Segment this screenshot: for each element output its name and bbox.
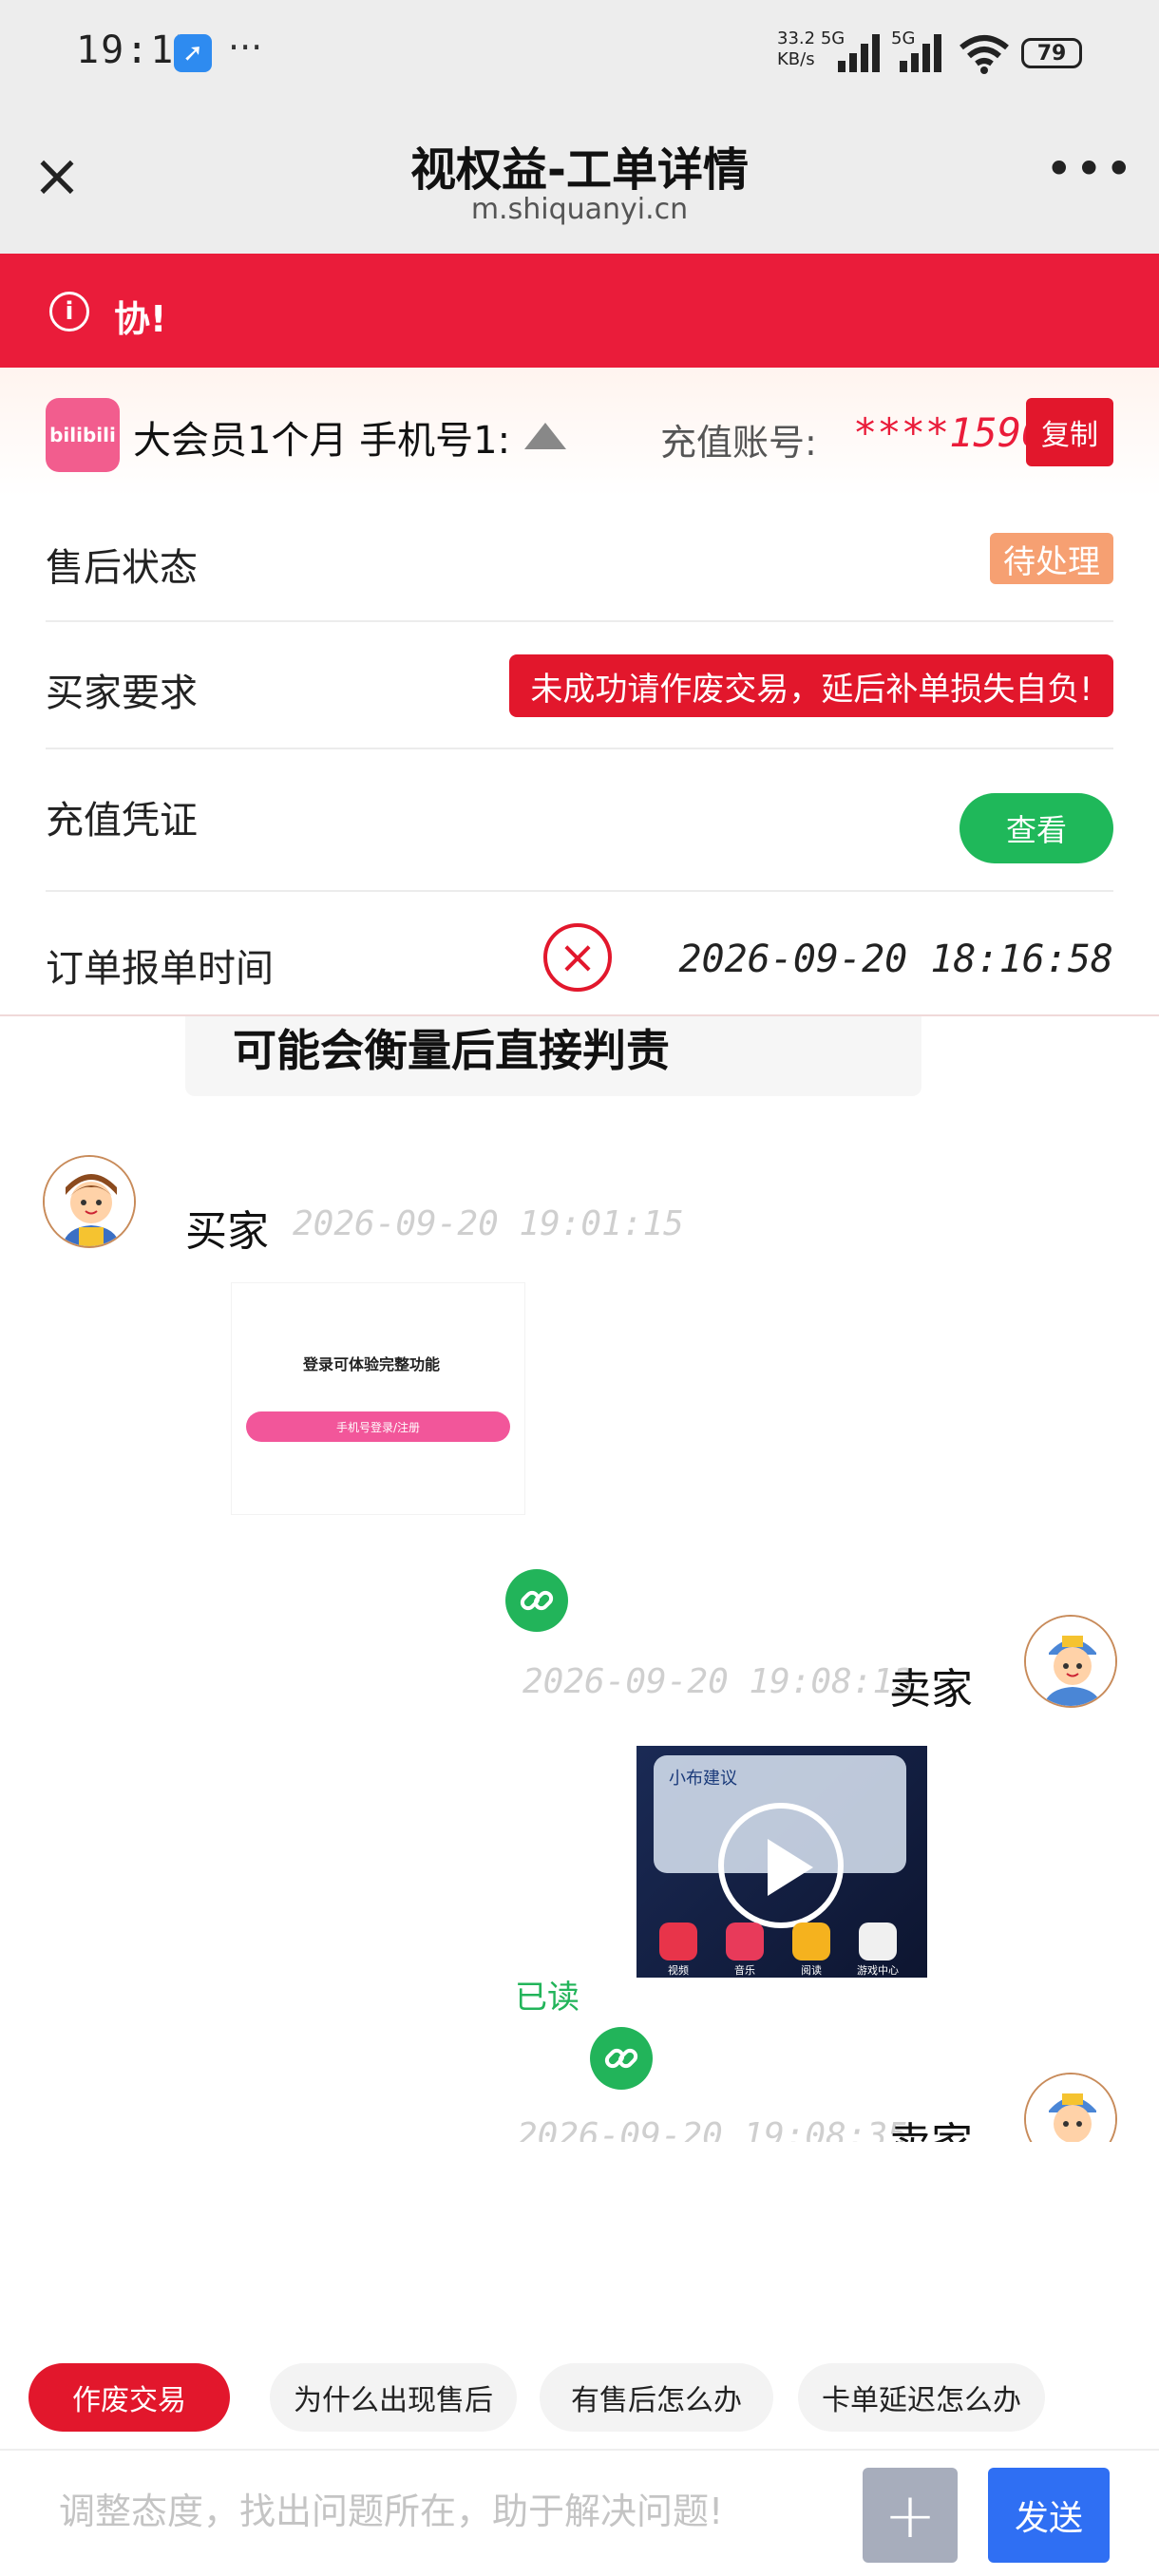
app-label: 阅读 [801,1964,822,1977]
network-speed-value: 33.2 [777,28,816,48]
link-icon[interactable] [505,1569,568,1632]
add-attachment-button[interactable]: + [863,2468,958,2563]
status-label: 售后状态 [46,546,198,590]
sender-name: 买家 [185,1207,269,1256]
requirement-badge: 未成功请作废交易，延后补单损失自负! [509,654,1113,717]
quick-reply-chip[interactable]: 作废交易 [28,2363,230,2432]
battery-icon: 79 [1021,38,1082,68]
app-label: 游戏中心 [857,1964,899,1977]
notice-banner: i 协! [0,254,1159,368]
view-proof-button[interactable]: 查看 [960,793,1113,863]
message-input[interactable] [59,2473,838,2549]
sender-name: 卖家 [889,2109,973,2142]
app-label: 视频 [668,1964,689,1977]
product-row: bilibili 大会员1个月 手机号1: 充值账号: ****1596 复制 [0,368,1159,497]
caret-up-icon[interactable] [524,423,566,449]
quick-reply-chip[interactable]: 有售后怎么办 [540,2363,773,2432]
status-badge: 待处理 [990,533,1113,584]
wifi-icon [960,35,1009,74]
video-thumbnail[interactable]: 小布建议 视频 音乐 阅读 游戏中心 [636,1746,927,1978]
account-value: ****1596 [853,409,1046,456]
buyer-avatar-icon [45,1157,134,1246]
signal-icon-2 [900,34,941,72]
status-row: 售后状态 待处理 [46,497,1113,622]
quick-reply-chip[interactable]: 卡单延迟怎么办 [798,2363,1045,2432]
game-center-app-icon [859,1923,897,1960]
thumbnail-title: 登录可体验完整功能 [303,1355,441,1373]
message-time: 2026-09-20 19:01:15 [293,1204,684,1243]
network-speed-unit: KB/s [777,49,815,69]
thumbnail-button: 手机号登录/注册 [246,1411,510,1442]
banner-text: 协! [114,298,167,340]
message-clip: 2026-09-20 19:08:35 卖家 [0,2061,1159,2142]
quick-reply-chip[interactable]: 为什么出现售后 [270,2363,517,2432]
app-label: 音乐 [734,1964,755,1977]
more-notifications-icon: ··· [228,27,263,68]
seller-avatar-icon [1026,2074,1115,2142]
signal-icon [838,34,880,72]
video-card-title: 小布建议 [669,1769,737,1789]
screenshot-thumbnail[interactable]: 登录可体验完整功能 手机号登录/注册 [231,1282,525,1515]
play-icon[interactable] [718,1803,844,1928]
close-circle-icon[interactable]: × [543,923,612,992]
rocket-app-icon: ➚ [174,34,212,72]
reading-app-icon [792,1923,830,1960]
network-speed: 33.2 5G KB/s [777,28,845,70]
status-bar: 19:17 ➚ ··· 33.2 5G KB/s 5G 79 [0,0,1159,109]
requirement-row: 买家要求 未成功请作废交易，延后补单损失自负! [46,622,1113,749]
page-domain: m.shiquanyi.cn [470,193,689,226]
chain-link-icon [520,1590,554,1611]
proof-row: 充值凭证 查看 [46,749,1113,892]
chat-bubble: 可能会衡量后直接判责 [185,1016,922,1096]
message-input-bar: + 发送 [0,2449,1159,2576]
product-name: 大会员1个月 手机号1: [133,419,511,463]
requirement-label: 买家要求 [46,672,198,715]
read-status: 已读 [515,1979,580,2017]
page-title: 视权益-工单详情 [410,143,749,197]
buyer-avatar [43,1155,136,1248]
proof-label: 充值凭证 [46,799,198,843]
time-label: 订单报单时间 [46,947,274,991]
bilibili-logo-icon: bilibili [46,398,120,472]
message-time: 2026-09-20 19:08:13 [522,1662,914,1701]
send-button[interactable]: 发送 [988,2468,1110,2563]
chat-bubble-text: 可能会衡量后直接判责 [233,1025,670,1076]
account-label: 充值账号: [660,422,817,464]
video-app-icon [659,1923,697,1960]
more-menu-button[interactable]: ••• [1045,145,1132,193]
info-icon: i [49,292,89,331]
seller-avatar [1024,1615,1117,1708]
seller-avatar [1024,2073,1117,2142]
copy-button[interactable]: 复制 [1026,398,1113,466]
time-value: 2026-09-20 18:16:58 [678,938,1113,981]
seller-avatar-icon [1026,1617,1115,1706]
music-app-icon [726,1923,764,1960]
sender-name: 卖家 [889,1665,973,1714]
message-time: 2026-09-20 19:08:35 [517,2116,908,2142]
title-bar: × 视权益-工单详情 m.shiquanyi.cn ••• [0,109,1159,254]
